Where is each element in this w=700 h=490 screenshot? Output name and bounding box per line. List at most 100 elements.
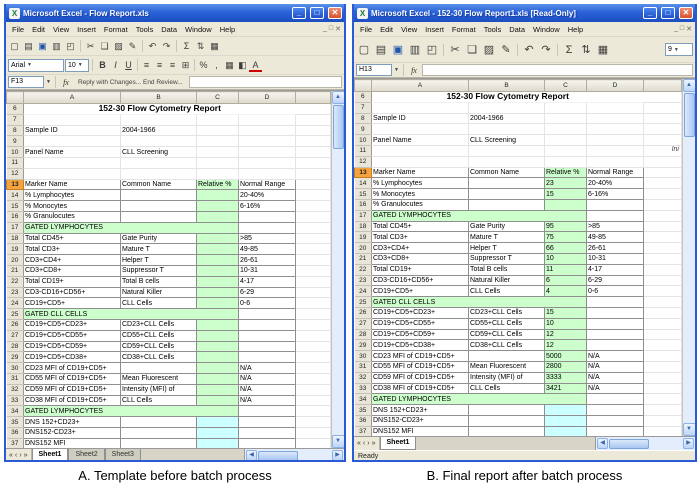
cell-C32[interactable]: 3333 <box>545 372 587 383</box>
scroll-left-icon[interactable]: ◀ <box>597 438 608 449</box>
cell-A37[interactable]: DNS152 MFI <box>24 438 121 448</box>
cell-D14[interactable]: 20-40% <box>239 190 296 201</box>
cell-A20[interactable]: CD3+CD4+ <box>24 255 121 266</box>
row-header-7[interactable]: 7 <box>7 114 24 125</box>
cell-B10[interactable]: CLL Screening <box>121 147 197 158</box>
align-center-icon[interactable]: ≡ <box>153 59 166 72</box>
copy-icon[interactable]: ❏ <box>98 40 111 53</box>
row-header-18[interactable]: 18 <box>7 233 24 244</box>
cell-E17[interactable] <box>296 222 331 233</box>
vertical-scrollbar[interactable]: ▲ ▼ <box>682 79 695 436</box>
minimize-icon[interactable]: _ <box>292 7 306 19</box>
next-sheet-icon[interactable]: › <box>367 437 369 450</box>
cell-A21[interactable]: CD3+CD8+ <box>372 253 469 264</box>
cell-B24[interactable]: CLL Cells <box>469 286 545 297</box>
row-header-19[interactable]: 19 <box>355 232 372 243</box>
cell-D35[interactable] <box>239 417 296 428</box>
cell-A18[interactable]: Total CD45+ <box>372 221 469 232</box>
cell-C14[interactable] <box>197 190 239 201</box>
sheet-tab-sheet3[interactable]: Sheet3 <box>105 449 141 462</box>
select-all-corner[interactable] <box>355 80 372 92</box>
row-header-24[interactable]: 24 <box>355 286 372 297</box>
cell-E25[interactable] <box>296 309 331 320</box>
row-header-15[interactable]: 15 <box>355 189 372 200</box>
cell-C36[interactable] <box>545 415 587 426</box>
cell-C18[interactable] <box>197 233 239 244</box>
workbook-close-icon[interactable]: ✕ <box>335 25 341 33</box>
scroll-down-icon[interactable]: ▼ <box>683 423 696 436</box>
row-header-34[interactable]: 34 <box>355 394 372 405</box>
cell-B22[interactable]: Total B cells <box>469 264 545 275</box>
cell-B29[interactable]: CD38+CLL Cells <box>469 340 545 351</box>
row-header-27[interactable]: 27 <box>355 318 372 329</box>
cell-D9[interactable] <box>239 136 296 147</box>
cell-C33[interactable]: 3421 <box>545 383 587 394</box>
menu-help[interactable]: Help <box>216 22 239 37</box>
cell-D8[interactable] <box>587 113 644 124</box>
cell-C12[interactable] <box>197 168 239 179</box>
align-right-icon[interactable]: ≡ <box>166 59 179 72</box>
cell-E10[interactable] <box>296 147 331 158</box>
scroll-down-icon[interactable]: ▼ <box>332 435 345 448</box>
row-header-15[interactable]: 15 <box>7 201 24 212</box>
last-sheet-icon[interactable]: » <box>372 437 376 450</box>
cell-B20[interactable]: Helper T <box>469 243 545 254</box>
menu-view[interactable]: View <box>49 22 73 37</box>
cell-A35[interactable]: DNS 152+CD23+ <box>24 417 121 428</box>
autosum-icon[interactable]: Σ <box>561 42 577 58</box>
prev-sheet-icon[interactable]: ‹ <box>15 449 17 462</box>
cell-D35[interactable] <box>587 405 644 416</box>
cell-A36[interactable]: DNS152-CD23+ <box>24 427 121 438</box>
cell-A30[interactable]: CD23 MFI of CD19+CD5+ <box>372 351 469 362</box>
cell-B7[interactable] <box>121 114 197 125</box>
cell-C11[interactable] <box>197 157 239 168</box>
cell-A24[interactable]: CD19+CD5+ <box>24 298 121 309</box>
cell-A36[interactable]: DNS152-CD23+ <box>372 415 469 426</box>
paste-icon[interactable]: ▨ <box>481 42 497 58</box>
scrollbar-thumb[interactable] <box>684 93 695 137</box>
cell-A10[interactable]: Panel Name <box>372 135 469 146</box>
sheet-tab-sheet1[interactable]: Sheet1 <box>380 437 417 450</box>
last-sheet-icon[interactable]: » <box>24 449 28 462</box>
cell-E8[interactable] <box>644 113 682 124</box>
cell-D16[interactable] <box>587 199 644 210</box>
scroll-right-icon[interactable]: ▶ <box>683 438 694 449</box>
cell-D33[interactable]: N/A <box>587 383 644 394</box>
row-header-30[interactable]: 30 <box>355 351 372 362</box>
cell-E25[interactable] <box>644 297 682 308</box>
cell-E31[interactable] <box>644 361 682 372</box>
cell-B18[interactable]: Gate Purity <box>469 221 545 232</box>
cell-D37[interactable] <box>239 438 296 448</box>
cell-B36[interactable] <box>469 415 545 426</box>
cell-D34[interactable] <box>239 406 296 417</box>
row-header-12[interactable]: 12 <box>355 156 372 167</box>
cell-D20[interactable]: 26-61 <box>587 243 644 254</box>
report-title-cell[interactable]: 152-30 Flow Cytometry Report <box>372 92 644 103</box>
cell-E11[interactable] <box>296 157 331 168</box>
cell-B27[interactable]: CD55+CLL Cells <box>469 318 545 329</box>
print-icon[interactable]: ▥ <box>50 40 63 53</box>
workbook-restore-icon[interactable]: □ <box>680 25 684 33</box>
report-title-cell[interactable]: 152-30 Flow Cytometry Report <box>24 104 296 115</box>
cell-A28[interactable]: CD19+CD5+CD59+ <box>24 341 121 352</box>
insert-function-icon[interactable]: fx <box>60 78 72 87</box>
cell-D22[interactable]: 4-17 <box>587 264 644 275</box>
cell-B15[interactable] <box>469 189 545 200</box>
cell-B14[interactable] <box>121 190 197 201</box>
cell-E35[interactable] <box>644 405 682 416</box>
cell-A22[interactable]: Total CD19+ <box>24 276 121 287</box>
sheet-tab-sheet2[interactable]: Sheet2 <box>68 449 104 462</box>
cell-C35[interactable] <box>197 417 239 428</box>
cell-B23[interactable]: Natural Killer <box>469 275 545 286</box>
column-header-c[interactable]: C <box>197 92 239 104</box>
cell-D24[interactable]: 0-6 <box>239 298 296 309</box>
cell-E15[interactable] <box>644 189 682 200</box>
row-header-32[interactable]: 32 <box>355 372 372 383</box>
row-header-28[interactable]: 28 <box>7 341 24 352</box>
row-header-37[interactable]: 37 <box>7 438 24 448</box>
cell-D25[interactable] <box>587 297 644 308</box>
chart-wizard-icon[interactable]: ▦ <box>208 40 221 53</box>
comma-style-icon[interactable]: , <box>210 59 223 72</box>
cell-B9[interactable] <box>469 124 545 135</box>
cell-E14[interactable] <box>296 190 331 201</box>
